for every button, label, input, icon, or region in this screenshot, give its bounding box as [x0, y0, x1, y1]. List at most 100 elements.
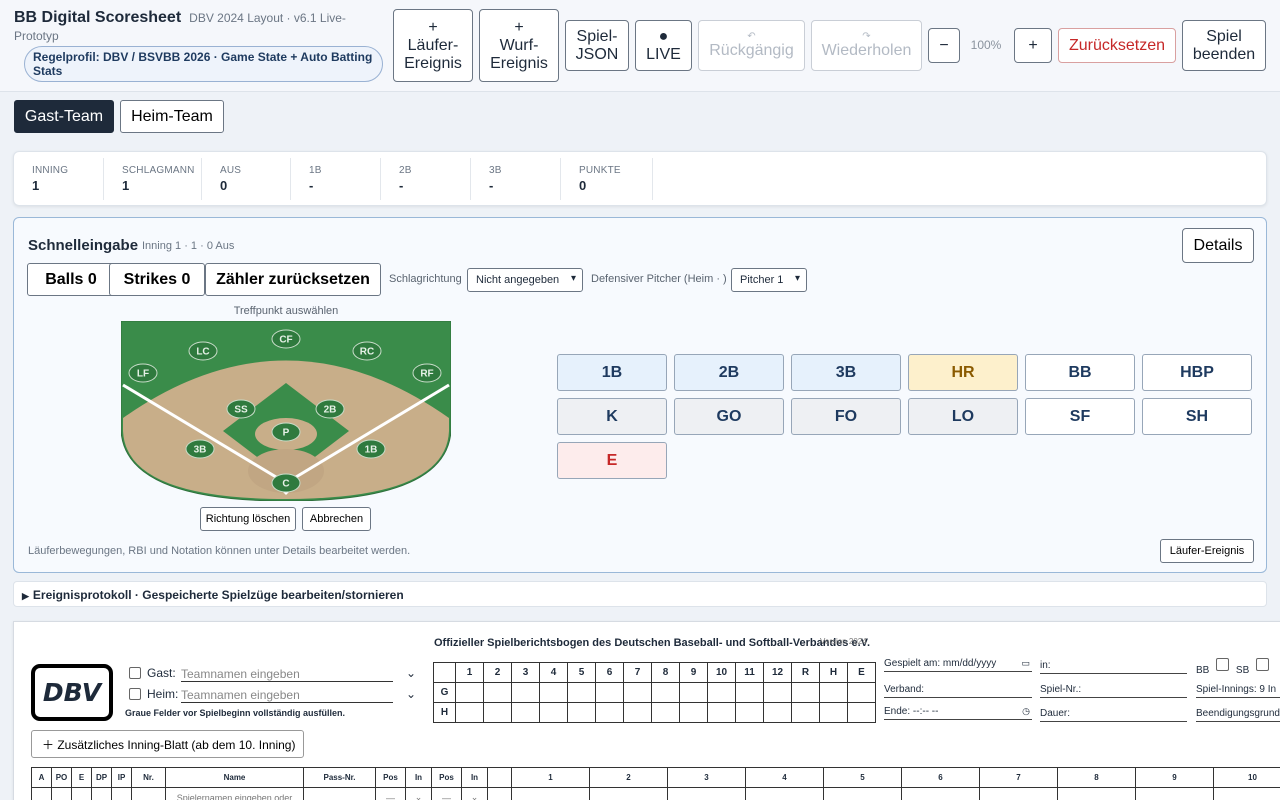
result-k-button[interactable]: K [557, 398, 667, 435]
add-runner-event-button[interactable]: + Läufer- Ereignis [393, 9, 473, 82]
position-ss[interactable]: SS [226, 399, 256, 419]
rule-profile-badge[interactable]: Regelprofil: DBV / BSVBB 2026 · Game Sta… [24, 46, 383, 82]
pitcher-select[interactable]: Pitcher 1 ▾ [731, 268, 807, 292]
baseball-field[interactable]: LF LC CF RC RF SS 2B P 3B 1B C [121, 321, 451, 501]
score-cell[interactable] [511, 702, 540, 723]
roster-cell[interactable] [1057, 787, 1136, 800]
bb-checkbox[interactable] [1216, 658, 1230, 671]
score-cell[interactable] [455, 702, 484, 723]
details-button[interactable]: Details [1182, 228, 1254, 263]
score-cell[interactable] [819, 702, 848, 723]
game-number-field[interactable]: Spiel-Nr.: [1040, 684, 1187, 698]
balls-counter-button[interactable]: Balls 0 [27, 263, 115, 296]
roster-cell[interactable] [71, 787, 92, 800]
position-1b[interactable]: 1B [356, 439, 386, 459]
score-cell[interactable] [567, 682, 596, 703]
result-bb-button[interactable]: BB [1025, 354, 1135, 391]
event-log-toggle[interactable]: ▶ Ereignisprotokoll · Gespeicherte Spielz… [13, 581, 1267, 607]
undo-button[interactable]: ↶ Rückgängig [698, 20, 805, 71]
result-lo-button[interactable]: LO [908, 398, 1018, 435]
runner-event-button[interactable]: Läufer-Ereignis [1160, 539, 1254, 563]
score-cell[interactable] [567, 702, 596, 723]
association-field[interactable]: Verband: [884, 684, 1032, 698]
roster-cell[interactable] [667, 787, 746, 800]
position-2b[interactable]: 2B [315, 399, 345, 419]
result-hbp-button[interactable]: HBP [1142, 354, 1252, 391]
score-cell[interactable] [763, 682, 792, 703]
result-hr-button[interactable]: HR [908, 354, 1018, 391]
score-cell[interactable] [483, 682, 512, 703]
score-cell[interactable] [847, 702, 876, 723]
score-cell[interactable] [791, 682, 820, 703]
add-extra-inning-sheet-button[interactable]: ＋ Zusätzliches Inning-Blatt (ab dem 10. … [31, 730, 304, 758]
score-cell[interactable] [455, 682, 484, 703]
game-innings-field[interactable]: Spiel-Innings: 9 In [1196, 684, 1280, 698]
score-cell[interactable] [623, 682, 652, 703]
position-lc[interactable]: LC [188, 341, 218, 361]
roster-cell[interactable] [131, 787, 166, 800]
away-checkbox[interactable] [129, 667, 141, 679]
roster-cell[interactable] [511, 787, 590, 800]
result-2b-button[interactable]: 2B [674, 354, 784, 391]
reset-button[interactable]: Zurücksetzen [1058, 28, 1176, 63]
position-cf[interactable]: CF [271, 329, 301, 349]
roster-cell[interactable] [91, 787, 112, 800]
roster-cell[interactable] [745, 787, 824, 800]
zoom-out-button[interactable]: − [928, 28, 960, 63]
roster-cell[interactable] [111, 787, 132, 800]
result-sh-button[interactable]: SH [1142, 398, 1252, 435]
score-cell[interactable] [707, 702, 736, 723]
roster-cell[interactable]: Spielernamen eingeben oder [165, 787, 304, 800]
chevron-down-icon[interactable]: ⌄ [406, 687, 416, 701]
roster-cell[interactable] [31, 787, 52, 800]
roster-cell[interactable] [901, 787, 980, 800]
roster-cell[interactable] [823, 787, 902, 800]
position-lf[interactable]: LF [128, 363, 158, 383]
result-go-button[interactable]: GO [674, 398, 784, 435]
roster-cell[interactable] [589, 787, 668, 800]
home-team-input[interactable]: Teamnamen eingeben [181, 688, 393, 703]
roster-cell[interactable]: ⌄ [461, 787, 488, 800]
tab-away-team[interactable]: Gast-Team [14, 100, 114, 133]
played-on-field[interactable]: Gespielt am: mm/dd/yyyy ▭ [884, 658, 1032, 672]
position-rc[interactable]: RC [352, 341, 382, 361]
roster-cell[interactable]: — [375, 787, 406, 800]
termination-field[interactable]: Beendigungsgrund [1196, 708, 1280, 722]
live-button[interactable]: ● LIVE [635, 20, 692, 71]
score-cell[interactable] [651, 682, 680, 703]
score-cell[interactable] [763, 702, 792, 723]
cancel-button[interactable]: Abbrechen [302, 507, 371, 531]
chevron-down-icon[interactable]: ⌄ [406, 666, 416, 680]
position-3b[interactable]: 3B [185, 439, 215, 459]
score-cell[interactable] [539, 702, 568, 723]
score-cell[interactable] [595, 702, 624, 723]
end-game-button[interactable]: Spiel beenden [1182, 20, 1266, 71]
clear-direction-button[interactable]: Richtung löschen [200, 507, 296, 531]
zoom-in-button[interactable]: + [1014, 28, 1052, 63]
home-checkbox[interactable] [129, 688, 141, 700]
score-cell[interactable] [707, 682, 736, 703]
score-cell[interactable] [791, 702, 820, 723]
score-cell[interactable] [735, 682, 764, 703]
result-3b-button[interactable]: 3B [791, 354, 901, 391]
score-cell[interactable] [819, 682, 848, 703]
strikes-counter-button[interactable]: Strikes 0 [109, 263, 205, 296]
score-cell[interactable] [539, 682, 568, 703]
roster-cell[interactable] [303, 787, 376, 800]
end-time-field[interactable]: Ende: --:-- -- ◷ [884, 706, 1032, 720]
redo-button[interactable]: ↷ Wiederholen [811, 20, 922, 71]
roster-cell[interactable] [1213, 787, 1280, 800]
roster-cell[interactable] [979, 787, 1058, 800]
score-cell[interactable] [679, 682, 708, 703]
score-cell[interactable] [679, 702, 708, 723]
roster-cell[interactable]: — [431, 787, 462, 800]
position-rf[interactable]: RF [412, 363, 442, 383]
result-1b-button[interactable]: 1B [557, 354, 667, 391]
score-cell[interactable] [847, 682, 876, 703]
game-json-button[interactable]: Spiel- JSON [565, 20, 629, 71]
score-cell[interactable] [623, 702, 652, 723]
score-cell[interactable] [735, 702, 764, 723]
score-cell[interactable] [511, 682, 540, 703]
sb-checkbox[interactable] [1256, 658, 1270, 671]
position-p[interactable]: P [271, 422, 301, 442]
